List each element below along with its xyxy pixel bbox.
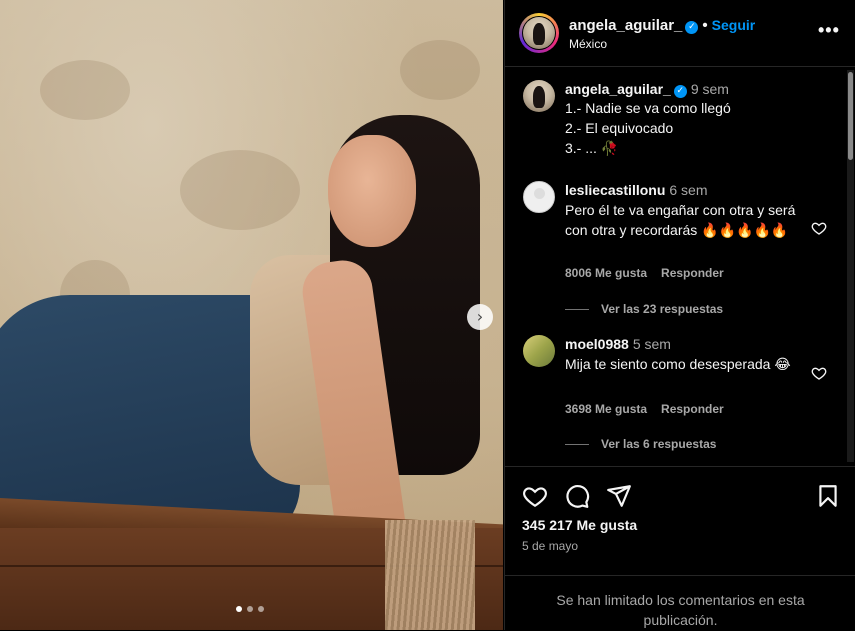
wall-texture bbox=[180, 150, 300, 230]
comment-meta: 3698 Me gusta Responder bbox=[565, 402, 724, 416]
comments-limited-notice: Se han limitado los comentarios en esta … bbox=[505, 575, 855, 630]
carousel-dot bbox=[247, 606, 253, 612]
comment-header: lesliecastillonu 6 sem bbox=[565, 182, 708, 198]
post-actions: 345 217 Me gusta 5 de mayo Se han limita… bbox=[505, 466, 855, 631]
follow-button[interactable]: Seguir bbox=[712, 17, 756, 33]
comment-icon[interactable] bbox=[564, 483, 590, 509]
limited-text: Se han limitado los comentarios en esta … bbox=[556, 592, 805, 628]
more-icon[interactable]: ••• bbox=[818, 20, 840, 41]
wall-texture bbox=[400, 40, 480, 100]
comment-username[interactable]: lesliecastillonu bbox=[565, 182, 665, 198]
comment-likes[interactable]: 8006 Me gusta bbox=[565, 266, 647, 280]
comments-list[interactable]: angela_aguilar_ ✓ 9 sem 1.- Nadie se va co… bbox=[505, 67, 855, 465]
share-icon[interactable] bbox=[606, 483, 632, 509]
scrollbar-thumb[interactable] bbox=[848, 72, 853, 160]
carousel-next-button[interactable]: › bbox=[467, 304, 493, 330]
reply-button[interactable]: Responder bbox=[661, 402, 724, 416]
comment-time[interactable]: 5 sem bbox=[633, 336, 671, 352]
caption-text: 1.- Nadie se va como llegó 2.- El equivo… bbox=[565, 98, 810, 158]
view-replies-button[interactable]: Ver las 6 respuestas bbox=[565, 437, 716, 451]
carousel-dot bbox=[236, 606, 242, 612]
photo-subject-face bbox=[328, 135, 416, 247]
chevron-right-icon: › bbox=[476, 307, 484, 326]
carousel-dots bbox=[236, 606, 264, 612]
caption-line: 3.- ... 🥀 bbox=[565, 140, 619, 156]
avatar[interactable] bbox=[523, 17, 555, 49]
comment-username[interactable]: moel0988 bbox=[565, 336, 629, 352]
post-sidebar: angela_aguilar_ ✓ • Seguir México ••• angel… bbox=[504, 0, 855, 630]
likes-count[interactable]: 345 217 Me gusta bbox=[522, 517, 637, 533]
location-link[interactable]: México bbox=[569, 37, 607, 51]
heart-icon[interactable] bbox=[811, 220, 827, 236]
verified-icon: ✓ bbox=[685, 21, 699, 34]
heart-icon[interactable] bbox=[811, 365, 827, 381]
caption-line: 2.- El equivocado bbox=[565, 120, 674, 136]
comment-time[interactable]: 6 sem bbox=[669, 182, 707, 198]
username-link[interactable]: angela_aguilar_ bbox=[569, 17, 682, 34]
wall-texture bbox=[40, 60, 130, 120]
comment-header: moel0988 5 sem bbox=[565, 336, 671, 352]
separator-dot: • bbox=[702, 17, 708, 34]
comment-avatar[interactable] bbox=[523, 335, 555, 367]
caption-time[interactable]: 9 sem bbox=[691, 81, 729, 97]
bookmark-icon[interactable] bbox=[815, 483, 841, 509]
comment-text: Mija te siento como desesperada 😂 bbox=[565, 356, 791, 372]
post-image[interactable]: › bbox=[0, 0, 503, 630]
view-replies-label: Ver las 23 respuestas bbox=[601, 302, 724, 316]
heart-icon[interactable] bbox=[522, 483, 548, 509]
comments-scrollbar[interactable] bbox=[847, 70, 854, 462]
comment-likes[interactable]: 3698 Me gusta bbox=[565, 402, 647, 416]
avatar[interactable] bbox=[523, 80, 555, 112]
caption-username[interactable]: angela_aguilar_ bbox=[565, 81, 671, 97]
post-header: angela_aguilar_ ✓ • Seguir México ••• bbox=[505, 0, 855, 67]
view-replies-button[interactable]: Ver las 23 respuestas bbox=[565, 302, 723, 316]
caption-line: 1.- Nadie se va como llegó bbox=[565, 100, 731, 116]
comment-avatar[interactable] bbox=[523, 181, 555, 213]
post-date[interactable]: 5 de mayo bbox=[522, 539, 578, 553]
comment-meta: 8006 Me gusta Responder bbox=[565, 266, 724, 280]
carousel-dot bbox=[258, 606, 264, 612]
comment-text: Pero él te va engañar con otra y será co… bbox=[565, 202, 796, 238]
reply-button[interactable]: Responder bbox=[661, 266, 724, 280]
header-username-row: angela_aguilar_ ✓ • Seguir bbox=[569, 17, 755, 34]
photo-scarf bbox=[385, 520, 475, 630]
verified-icon: ✓ bbox=[673, 85, 687, 98]
view-replies-label: Ver las 6 respuestas bbox=[601, 437, 717, 451]
caption-header: angela_aguilar_ ✓ 9 sem bbox=[565, 81, 729, 98]
